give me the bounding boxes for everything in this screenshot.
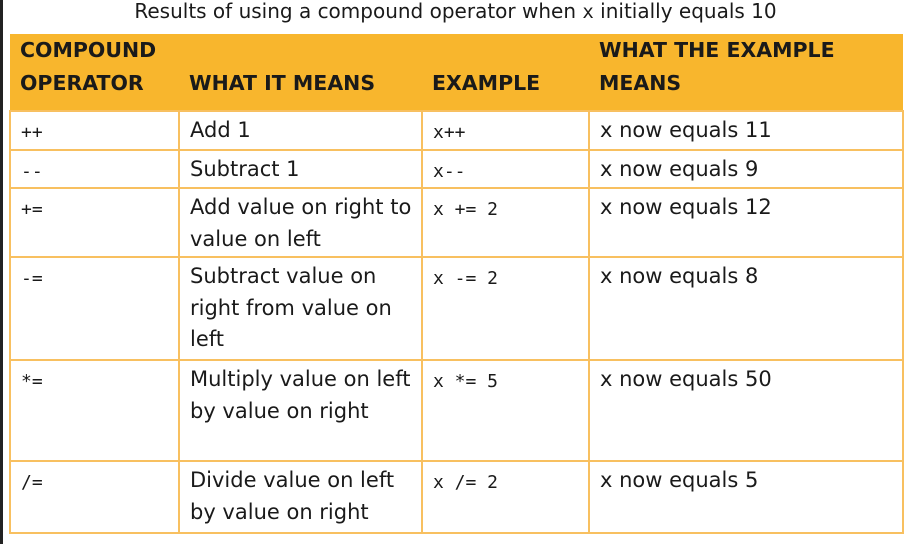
- caption-text-after: initially equals 10: [593, 0, 777, 23]
- result-cell: x now equals 9: [588, 148, 904, 189]
- header-result-line1: WHAT THE EXAMPLE: [599, 38, 835, 62]
- table-caption: Results of using a compound operator whe…: [0, 0, 911, 26]
- example-cell: x -= 2: [421, 256, 590, 361]
- header-operator: COMPOUND OPERATOR: [10, 34, 179, 111]
- header-operator-line2: OPERATOR: [20, 71, 144, 95]
- example-cell: x++: [421, 110, 590, 151]
- operator-cell: +=: [9, 187, 180, 258]
- table-row: -- Subtract 1 x-- x now equals 9: [9, 148, 904, 189]
- meaning-cell: Subtract value on right from value on le…: [178, 256, 423, 361]
- header-result: WHAT THE EXAMPLE MEANS: [589, 34, 903, 111]
- table-row: *= Multiply value on left by value on ri…: [9, 359, 904, 462]
- operator-cell: ++: [9, 110, 180, 151]
- operator-cell: /=: [9, 460, 180, 534]
- header-operator-line1: COMPOUND: [20, 38, 157, 62]
- left-edge-line: [0, 0, 3, 544]
- meaning-cell: Subtract 1: [178, 148, 423, 189]
- meaning-cell: Divide value on left by value on right: [178, 460, 423, 534]
- header-row: COMPOUND OPERATOR WHAT IT MEANS EXAMPLE W…: [10, 34, 903, 111]
- caption-text-before: Results of using a compound operator whe…: [134, 0, 583, 23]
- compound-operator-table: COMPOUND OPERATOR WHAT IT MEANS EXAMPLE W…: [9, 34, 904, 534]
- example-cell: x += 2: [421, 187, 590, 258]
- example-cell: x--: [421, 148, 590, 189]
- meaning-cell: Add value on right to value on left: [178, 187, 423, 258]
- operator-cell: *=: [9, 359, 180, 462]
- result-cell: x now equals 8: [588, 256, 904, 361]
- operator-cell: -=: [9, 256, 180, 361]
- header-example: EXAMPLE: [422, 34, 589, 111]
- table-row: += Add value on right to value on left x…: [9, 187, 904, 258]
- table-row: ++ Add 1 x++ x now equals 11: [9, 110, 904, 151]
- table-row: /= Divide value on left by value on righ…: [9, 460, 904, 534]
- example-cell: x /= 2: [421, 460, 590, 534]
- header-meaning: WHAT IT MEANS: [179, 34, 422, 111]
- result-cell: x now equals 12: [588, 187, 904, 258]
- header-result-line2: MEANS: [599, 71, 682, 95]
- example-cell: x *= 5: [421, 359, 590, 462]
- result-cell: x now equals 5: [588, 460, 904, 534]
- caption-variable: x: [582, 1, 594, 23]
- table-row: -= Subtract value on right from value on…: [9, 256, 904, 361]
- result-cell: x now equals 50: [588, 359, 904, 462]
- result-cell: x now equals 11: [588, 110, 904, 151]
- operator-cell: --: [9, 148, 180, 189]
- meaning-cell: Add 1: [178, 110, 423, 151]
- meaning-cell: Multiply value on left by value on right: [178, 359, 423, 462]
